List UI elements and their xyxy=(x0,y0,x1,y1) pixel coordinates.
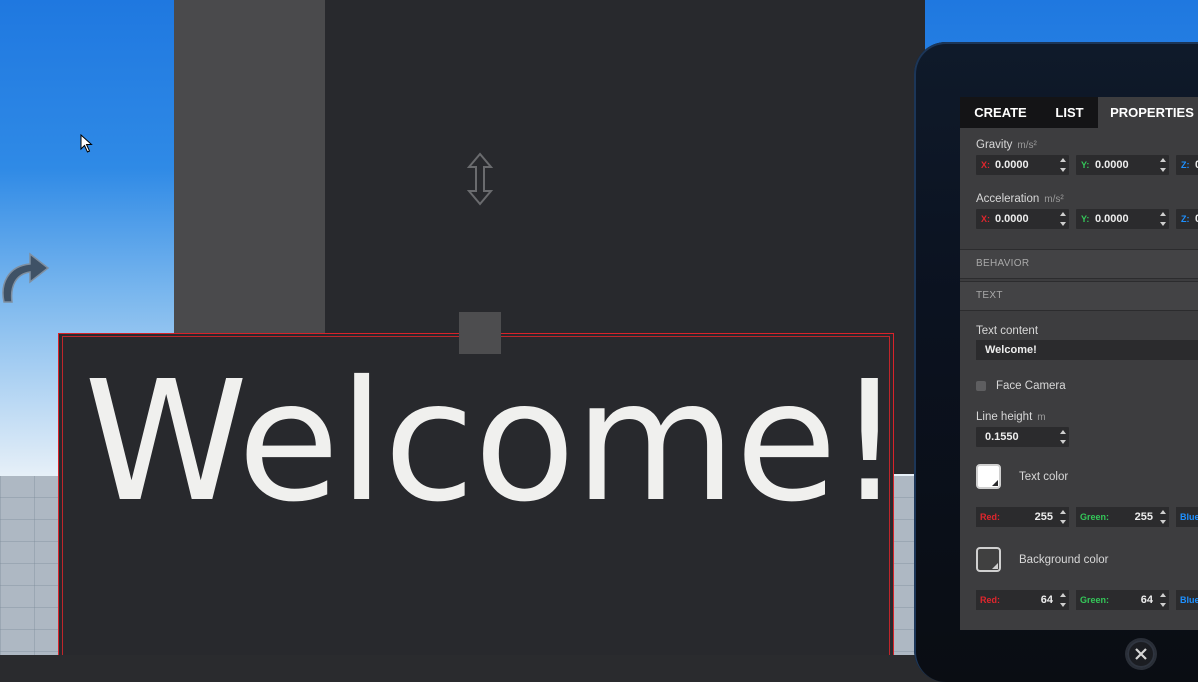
acceleration-y-input[interactable]: Y: 0.0000 xyxy=(1076,209,1169,229)
section-text[interactable]: TEXT xyxy=(960,281,1198,311)
acceleration-x-input[interactable]: X: 0.0000 xyxy=(976,209,1069,229)
line-height-value: 0.1550 xyxy=(985,431,1019,443)
text-color-green-input[interactable]: Green: 255 xyxy=(1076,507,1169,527)
acceleration-label: Acceleration m/s² xyxy=(976,193,1064,205)
tab-bar: CREATE LIST PROPERTIES xyxy=(960,97,1198,128)
x-axis-label: X: xyxy=(981,160,990,170)
tablet-screen: CREATE LIST PROPERTIES Gravity m/s² X: 0.… xyxy=(960,97,1198,630)
section-text-label: TEXT xyxy=(976,290,1003,301)
background-color-green-input[interactable]: Green: 64 xyxy=(1076,590,1169,610)
blue-label: Blue xyxy=(1180,512,1198,522)
x-axis-label: X: xyxy=(981,214,990,224)
text-content-label: Text content xyxy=(976,325,1039,337)
tab-properties[interactable]: PROPERTIES xyxy=(1098,97,1198,128)
spinner-arrows-icon[interactable] xyxy=(1159,592,1167,608)
acceleration-y-value: 0.0000 xyxy=(1095,213,1129,225)
tab-list[interactable]: LIST xyxy=(1041,97,1098,128)
text-color-blue-input[interactable]: Blue xyxy=(1176,507,1198,527)
text-color-red-input[interactable]: Red: 255 xyxy=(976,507,1069,527)
acceleration-x-value: 0.0000 xyxy=(995,213,1029,225)
gravity-label: Gravity m/s² xyxy=(976,139,1037,151)
sign-text: Welcome! xyxy=(84,346,903,539)
gravity-x-input[interactable]: X: 0.0000 xyxy=(976,155,1069,175)
section-behavior-label: BEHAVIOR xyxy=(976,258,1030,269)
text-color-green-value: 255 xyxy=(1134,511,1153,523)
acceleration-label-text: Acceleration xyxy=(976,193,1040,205)
mouse-pointer-icon xyxy=(80,134,93,153)
grab-handle[interactable] xyxy=(459,312,501,354)
blue-label: Blue xyxy=(1180,595,1198,605)
swatch-corner xyxy=(992,480,998,486)
swatch-corner xyxy=(992,563,998,569)
text-color-swatch[interactable] xyxy=(976,464,1001,489)
background-color-label: Background color xyxy=(1019,554,1109,566)
text-color-label: Text color xyxy=(1019,471,1069,483)
spinner-arrows-icon[interactable] xyxy=(1059,211,1067,227)
background-color-blue-input[interactable]: Blue xyxy=(1176,590,1198,610)
y-axis-label: Y: xyxy=(1081,160,1090,170)
gravity-y-value: 0.0000 xyxy=(1095,159,1129,171)
background-color-red-value: 64 xyxy=(1040,594,1053,606)
background-color-red-input[interactable]: Red: 64 xyxy=(976,590,1069,610)
tab-create[interactable]: CREATE xyxy=(960,97,1041,128)
spinner-arrows-icon[interactable] xyxy=(1059,429,1067,445)
z-axis-label: Z: xyxy=(1181,214,1190,224)
red-label: Red: xyxy=(980,595,1000,605)
close-icon[interactable] xyxy=(1127,640,1155,668)
z-axis-label: Z: xyxy=(1181,160,1190,170)
gravity-x-value: 0.0000 xyxy=(995,159,1029,171)
line-height-input[interactable]: 0.1550 xyxy=(976,427,1069,447)
rotate-arrow-icon[interactable] xyxy=(0,244,52,306)
spinner-arrows-icon[interactable] xyxy=(1159,157,1167,173)
gravity-z-input[interactable]: Z: 0 xyxy=(1176,155,1198,175)
text-content-input[interactable]: Welcome! xyxy=(976,340,1198,360)
spinner-arrows-icon[interactable] xyxy=(1159,211,1167,227)
line-height-label: Line height m xyxy=(976,411,1046,423)
green-label: Green: xyxy=(1080,512,1110,522)
spinner-arrows-icon[interactable] xyxy=(1059,157,1067,173)
gravity-label-text: Gravity xyxy=(976,139,1013,151)
gravity-y-input[interactable]: Y: 0.0000 xyxy=(1076,155,1169,175)
vertical-resize-arrow-icon[interactable] xyxy=(466,152,494,206)
acceleration-unit: m/s² xyxy=(1044,194,1064,205)
face-camera-checkbox[interactable] xyxy=(976,381,986,391)
welcome-text-entity[interactable]: Welcome! xyxy=(58,333,903,655)
line-height-label-text: Line height xyxy=(976,411,1033,423)
spinner-arrows-icon[interactable] xyxy=(1159,509,1167,525)
y-axis-label: Y: xyxy=(1081,214,1090,224)
gray-pillar-entity[interactable] xyxy=(174,0,325,334)
background-color-swatch[interactable] xyxy=(976,547,1001,572)
background-color-green-value: 64 xyxy=(1140,594,1153,606)
spinner-arrows-icon[interactable] xyxy=(1059,509,1067,525)
spinner-arrows-icon[interactable] xyxy=(1059,592,1067,608)
line-height-unit: m xyxy=(1037,412,1046,423)
green-label: Green: xyxy=(1080,595,1110,605)
face-camera-label: Face Camera xyxy=(996,380,1066,392)
text-color-red-value: 255 xyxy=(1034,511,1053,523)
section-behavior[interactable]: BEHAVIOR xyxy=(960,249,1198,279)
red-label: Red: xyxy=(980,512,1000,522)
gravity-unit: m/s² xyxy=(1017,140,1037,151)
acceleration-z-input[interactable]: Z: 0 xyxy=(1176,209,1198,229)
